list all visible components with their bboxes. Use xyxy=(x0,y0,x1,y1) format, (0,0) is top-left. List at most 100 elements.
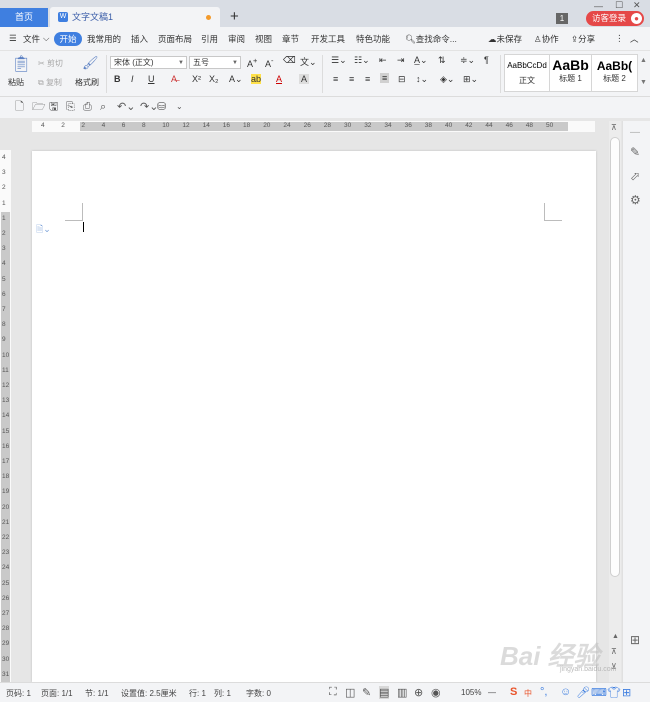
document-page[interactable]: 🗎︎⌄ xyxy=(32,151,596,682)
clear-format-icon[interactable]: ⌫ xyxy=(283,55,296,66)
format-painter-icon[interactable]: 🖌︎ xyxy=(82,55,99,71)
cut-button[interactable]: ✂ 剪切 xyxy=(38,58,63,69)
grow-font-icon[interactable]: A+ xyxy=(247,56,257,69)
undo-icon[interactable]: ↶⌄ xyxy=(117,101,135,113)
ime-voice-icon[interactable]: 🎤︎ xyxy=(576,686,590,699)
tab-home[interactable]: 首页 xyxy=(0,8,48,27)
redo-icon[interactable]: ↷⌄ xyxy=(140,101,158,113)
text-effect-icon[interactable]: A⌄ xyxy=(229,74,243,85)
bold-button[interactable]: B xyxy=(114,74,121,84)
status-word-count[interactable]: 字数: 0 xyxy=(246,688,271,699)
read-mode-icon[interactable]: ◫ xyxy=(345,686,355,699)
save-icon[interactable]: 🖫︎ xyxy=(49,101,58,113)
cloud-save-status[interactable]: ☁未保存 xyxy=(488,33,522,45)
increase-indent-icon[interactable]: ⇥ xyxy=(397,55,405,66)
underline-button[interactable]: U xyxy=(148,74,155,84)
status-column[interactable]: 列: 1 xyxy=(214,688,231,699)
highlight-icon[interactable]: ab xyxy=(251,74,262,84)
horizontal-ruler[interactable]: 4 2 2 4 6 8 10 12 14 16 18 20 24 26 28 30 32 34 36 38 40 42 44… xyxy=(32,121,595,132)
ime-skin-icon[interactable]: 👕︎ xyxy=(607,686,621,699)
zoom-level[interactable]: 105% xyxy=(461,688,481,697)
grid-apps-icon[interactable]: ⊞ xyxy=(630,633,640,647)
paste-button[interactable]: 粘贴 xyxy=(8,77,24,88)
styles-scroll-up-icon[interactable]: ▲ xyxy=(640,57,647,64)
status-section[interactable]: 节: 1/1 xyxy=(85,688,109,699)
panel-collapse-icon[interactable]: — xyxy=(630,127,640,138)
distribute-icon[interactable]: ⊟ xyxy=(398,74,406,85)
copy-button[interactable]: ⧉ 复制 xyxy=(38,77,62,88)
share-button[interactable]: ⇪分享 xyxy=(571,33,595,45)
justify-icon[interactable]: ≡ xyxy=(380,73,390,83)
menu-file[interactable]: 文件 xyxy=(23,33,40,45)
shading-icon[interactable]: ◈⌄ xyxy=(440,74,454,85)
status-page-number[interactable]: 页码: 1 xyxy=(6,688,31,699)
numbered-list-icon[interactable]: ☷⌄ xyxy=(354,55,370,66)
align-center-icon[interactable]: ≡ xyxy=(349,74,354,84)
page-view-icon[interactable]: ▤ xyxy=(379,686,390,699)
hamburger-icon[interactable]: ☰ xyxy=(9,33,17,44)
decrease-indent-icon[interactable]: ⇤ xyxy=(379,55,387,66)
focus-mode-icon[interactable]: ⛶ xyxy=(329,686,337,699)
paragraph-handle-icon[interactable]: 🗎︎⌄ xyxy=(36,222,51,238)
vertical-ruler[interactable]: 4 3 2 1 1 2 3 4 5 6 7 8 9 10 11 12 13 14 15 16 17 18 19 20 21 22 2… xyxy=(0,150,11,682)
vertical-scrollbar[interactable]: ⊼ ▲ ⊼ ⊻ xyxy=(609,121,621,682)
styles-scroll-down-icon[interactable]: ▼ xyxy=(640,79,647,86)
menu-page-layout[interactable]: 页面布局 xyxy=(158,33,192,45)
scrollbar-thumb[interactable] xyxy=(610,137,620,577)
ime-emoji-icon[interactable]: ☺ xyxy=(560,686,571,698)
ime-punct-icon[interactable]: °, xyxy=(540,686,547,698)
line-spacing-icon[interactable]: ≑⌄ xyxy=(460,55,475,66)
print-preview-icon[interactable]: ⌕ xyxy=(100,101,106,113)
new-doc-icon[interactable]: 🗋︎ xyxy=(15,101,24,113)
show-marks-icon[interactable]: ¶ xyxy=(484,55,489,65)
align-left-icon[interactable]: ≡ xyxy=(333,74,338,84)
status-pages[interactable]: 页面: 1/1 xyxy=(41,688,73,699)
zoom-out-icon[interactable]: — xyxy=(488,688,496,697)
menu-frequent[interactable]: 我常用的 xyxy=(87,33,121,45)
line-spacing-2-icon[interactable]: ↕⌄ xyxy=(416,74,428,85)
select-cursor-icon[interactable]: ⬀ xyxy=(630,169,640,183)
visitor-login-button[interactable]: 访客登录 ● xyxy=(586,11,644,26)
font-name-select[interactable]: 宋体 (正文) ▼ xyxy=(110,56,187,69)
italic-button[interactable]: I xyxy=(131,74,134,84)
search-command[interactable]: 🔍︎查找命令... xyxy=(405,33,457,45)
menu-insert[interactable]: 插入 xyxy=(131,33,148,45)
more-options-icon[interactable]: ⋮ xyxy=(615,33,624,44)
chinese-layout-icon[interactable]: A̲⌄ xyxy=(414,55,428,66)
ime-keyboard-icon[interactable]: ⌨ xyxy=(591,686,607,699)
format-painter-small-icon[interactable]: ⛁ xyxy=(157,101,166,113)
new-tab-button[interactable]: + xyxy=(230,8,239,26)
menu-references[interactable]: 引用 xyxy=(201,33,218,45)
menu-home[interactable]: 开始 xyxy=(54,32,82,46)
chevron-down-icon[interactable]: ⌵ xyxy=(43,33,49,44)
menu-developer[interactable]: 开发工具 xyxy=(311,33,345,45)
sogou-ime-icon[interactable]: S xyxy=(510,686,517,698)
collaborate-button[interactable]: ♙协作 xyxy=(534,33,559,45)
style-heading-1[interactable]: AaBb 标题 1 xyxy=(550,54,592,92)
status-setting[interactable]: 设置值: 2.5厘米 xyxy=(121,688,177,699)
font-size-select[interactable]: 五号 ▼ xyxy=(189,56,241,69)
scroll-up-icon[interactable]: ▲ xyxy=(612,633,619,640)
strikethrough-icon[interactable]: A̶ xyxy=(171,74,177,84)
close-icon[interactable]: ✕ xyxy=(633,0,641,11)
border-icon[interactable]: ⊞⌄ xyxy=(463,74,478,85)
outline-view-icon[interactable]: ▥ xyxy=(397,686,407,699)
maximize-icon[interactable]: ☐ xyxy=(615,0,623,11)
web-view-icon[interactable]: ⊕ xyxy=(414,686,423,699)
format-painter-button[interactable]: 格式刷 xyxy=(75,77,99,88)
align-right-icon[interactable]: ≡ xyxy=(365,74,370,84)
scroll-top-icon[interactable]: ⊼ xyxy=(611,123,617,132)
pen-icon[interactable]: ✎ xyxy=(630,145,640,159)
shrink-font-icon[interactable]: A- xyxy=(265,56,274,69)
menu-features[interactable]: 特色功能 xyxy=(356,33,390,45)
subscript-icon[interactable]: X₂ xyxy=(209,74,219,84)
settings-sliders-icon[interactable]: ⚙ xyxy=(630,193,641,207)
ime-tools-icon[interactable]: ⊞ xyxy=(622,686,631,699)
char-shading-icon[interactable]: A xyxy=(299,74,310,84)
menu-review[interactable]: 审阅 xyxy=(228,33,245,45)
menu-view[interactable]: 视图 xyxy=(255,33,272,45)
prev-page-icon[interactable]: ⊼ xyxy=(611,647,617,656)
minimize-icon[interactable]: — xyxy=(594,1,603,11)
superscript-icon[interactable]: X² xyxy=(192,74,201,84)
export-pdf-icon[interactable]: ⎘ xyxy=(66,101,75,113)
